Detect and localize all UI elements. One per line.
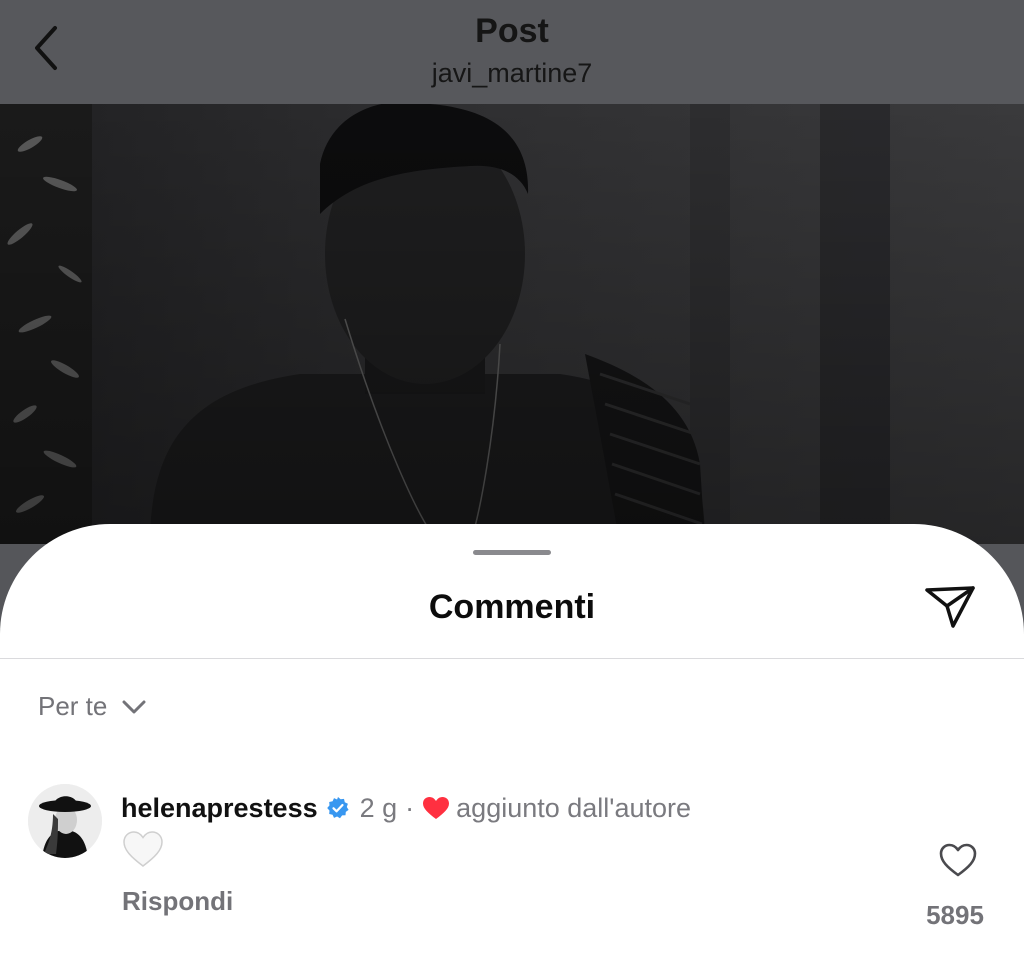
sort-dropdown[interactable]: Per te bbox=[38, 688, 147, 724]
white-heart-emoji-icon bbox=[123, 831, 163, 867]
sheet-divider bbox=[0, 658, 1024, 659]
comments-sheet: Commenti Per te helenaprestess 2 g · agg… bbox=[0, 524, 1024, 957]
heart-outline-icon bbox=[938, 842, 978, 883]
comment-username[interactable]: helenaprestess bbox=[121, 793, 318, 824]
heart-filled-icon bbox=[422, 796, 450, 820]
author-liked-label: aggiunto dall'autore bbox=[456, 792, 691, 823]
chevron-down-icon bbox=[121, 691, 147, 722]
sheet-grabber[interactable] bbox=[473, 550, 551, 555]
reply-button[interactable]: Rispondi bbox=[122, 886, 233, 917]
like-button[interactable] bbox=[936, 840, 980, 884]
post-image[interactable] bbox=[0, 104, 1024, 544]
post-author-username[interactable]: javi_martine7 bbox=[0, 58, 1024, 89]
comment-text: 🤍 bbox=[122, 830, 164, 873]
sort-label: Per te bbox=[38, 690, 108, 721]
paper-plane-icon bbox=[923, 582, 977, 635]
sheet-title: Commenti bbox=[428, 588, 596, 626]
comment-time: 2 g bbox=[359, 792, 398, 823]
comment-item: helenaprestess 2 g · aggiunto dall'autor… bbox=[0, 780, 1024, 930]
share-button[interactable] bbox=[918, 580, 982, 636]
post-header: Post javi_martine7 bbox=[0, 0, 1024, 104]
post-comments-screen: Post javi_martine7 Commenti Per te helen… bbox=[0, 0, 1024, 957]
meta-separator: · bbox=[405, 792, 415, 823]
avatar[interactable] bbox=[28, 784, 102, 858]
comment-header: helenaprestess 2 g · aggiunto dall'autor… bbox=[121, 788, 691, 828]
page-title: Post bbox=[475, 12, 549, 50]
verified-badge-icon bbox=[326, 796, 350, 820]
like-count: 5895 bbox=[926, 900, 984, 930]
